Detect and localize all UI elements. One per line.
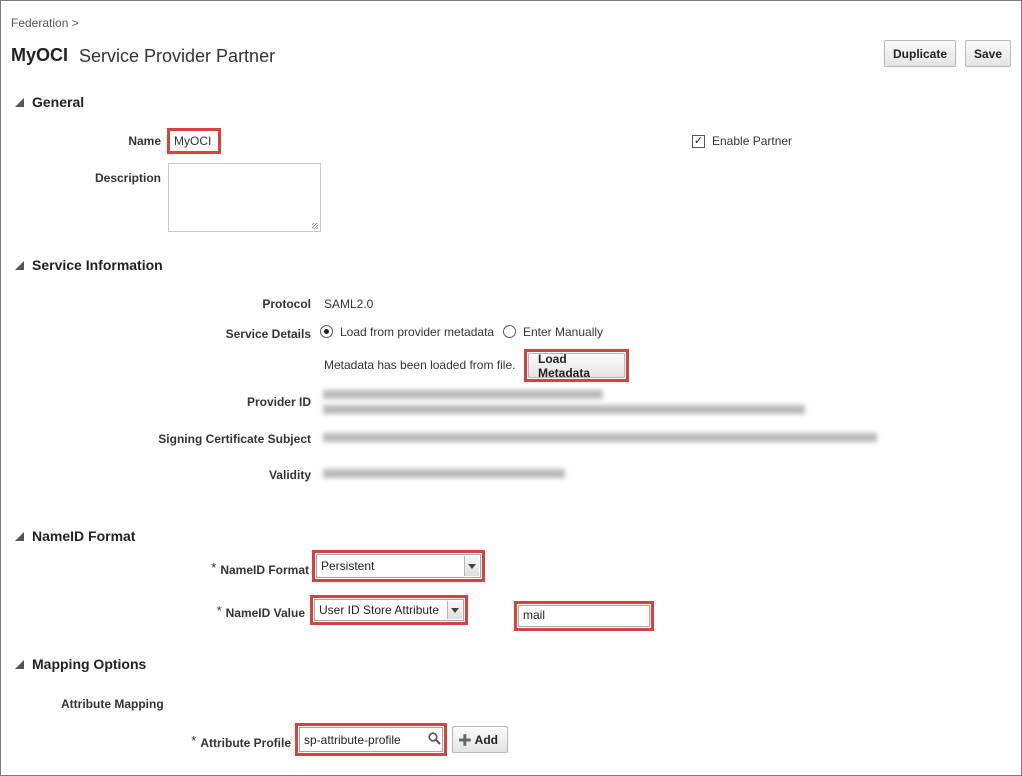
description-field[interactable] xyxy=(168,163,321,232)
protocol-label: Protocol xyxy=(262,297,311,311)
section-general-title: General xyxy=(32,94,85,110)
load-metadata-button[interactable]: Load Metadata xyxy=(528,352,625,380)
section-service-header[interactable]: Service Information xyxy=(15,257,163,273)
collapse-icon[interactable] xyxy=(15,97,24,107)
nameid-value-label-text: NameID Value xyxy=(225,606,305,620)
collapse-icon[interactable] xyxy=(15,260,24,270)
protocol-value: SAML2.0 xyxy=(324,297,374,311)
attribute-profile-label-text: Attribute Profile xyxy=(200,736,291,750)
provider-id-redacted-line2 xyxy=(323,405,805,414)
description-label: Description xyxy=(94,171,161,185)
name-input[interactable]: MyOCI xyxy=(174,134,211,148)
provider-id-label: Provider ID xyxy=(246,395,311,409)
collapse-icon[interactable] xyxy=(15,659,24,669)
required-mark: * xyxy=(191,733,197,748)
plus-icon xyxy=(459,733,471,746)
collapse-icon[interactable] xyxy=(15,531,24,541)
required-mark: * xyxy=(211,560,217,575)
metadata-status: Metadata has been loaded from file. xyxy=(324,358,516,372)
nameid-value-label: * NameID Value xyxy=(181,603,305,620)
nameid-format-value: Persistent xyxy=(321,559,375,573)
search-icon[interactable] xyxy=(428,732,441,745)
attribute-profile-input[interactable]: sp-attribute-profile xyxy=(299,727,443,752)
resize-grip-icon[interactable] xyxy=(312,223,318,229)
radio-enter-manually-label: Enter Manually xyxy=(523,325,604,339)
section-general-header[interactable]: General xyxy=(15,94,84,110)
radio-load-metadata-label: Load from provider metadata xyxy=(340,325,495,339)
nameid-format-label-text: NameID Format xyxy=(220,563,309,577)
section-mapping-title: Mapping Options xyxy=(32,656,147,672)
validity-redacted xyxy=(323,469,565,478)
nameid-attribute-input[interactable]: mail xyxy=(518,605,650,627)
add-label: Add xyxy=(474,732,498,747)
breadcrumb[interactable]: Federation > xyxy=(11,16,79,30)
duplicate-button[interactable]: Duplicate xyxy=(884,40,956,67)
attribute-profile-label: * Attribute Profile xyxy=(151,733,291,750)
nameid-format-label: * NameID Format xyxy=(181,560,309,577)
validity-label: Validity xyxy=(268,468,311,482)
section-mapping-header[interactable]: Mapping Options xyxy=(15,656,146,672)
nameid-format-select[interactable]: Persistent xyxy=(316,554,481,578)
attribute-profile-value: sp-attribute-profile xyxy=(304,733,401,747)
service-details-label: Service Details xyxy=(225,327,311,341)
attribute-mapping-heading: Attribute Mapping xyxy=(61,697,164,711)
enable-partner-checkbox[interactable]: ✓ xyxy=(692,135,705,148)
radio-load-metadata[interactable] xyxy=(320,325,333,338)
provider-id-redacted-line1 xyxy=(323,390,603,399)
chevron-down-icon[interactable] xyxy=(464,556,479,576)
name-label: Name xyxy=(128,134,161,148)
section-nameid-title: NameID Format xyxy=(32,528,136,544)
page-title: MyOCI xyxy=(11,45,69,65)
enable-partner-label: Enable Partner xyxy=(712,134,793,148)
nameid-value-select-value: User ID Store Attribute xyxy=(319,603,440,617)
radio-enter-manually[interactable] xyxy=(503,325,516,338)
section-nameid-header[interactable]: NameID Format xyxy=(15,528,135,544)
save-button[interactable]: Save xyxy=(965,40,1011,67)
signing-cert-redacted xyxy=(323,433,877,442)
section-service-title: Service Information xyxy=(32,257,163,273)
signing-cert-label: Signing Certificate Subject xyxy=(158,432,311,446)
nameid-value-select[interactable]: User ID Store Attribute xyxy=(314,599,464,621)
page-subtitle: Service Provider Partner xyxy=(79,46,276,66)
chevron-down-icon[interactable] xyxy=(447,601,462,619)
add-profile-button[interactable]: Add xyxy=(452,726,508,753)
required-mark: * xyxy=(216,603,222,618)
partner-page: Federation > MyOCI Service Provider Part… xyxy=(0,0,1022,776)
